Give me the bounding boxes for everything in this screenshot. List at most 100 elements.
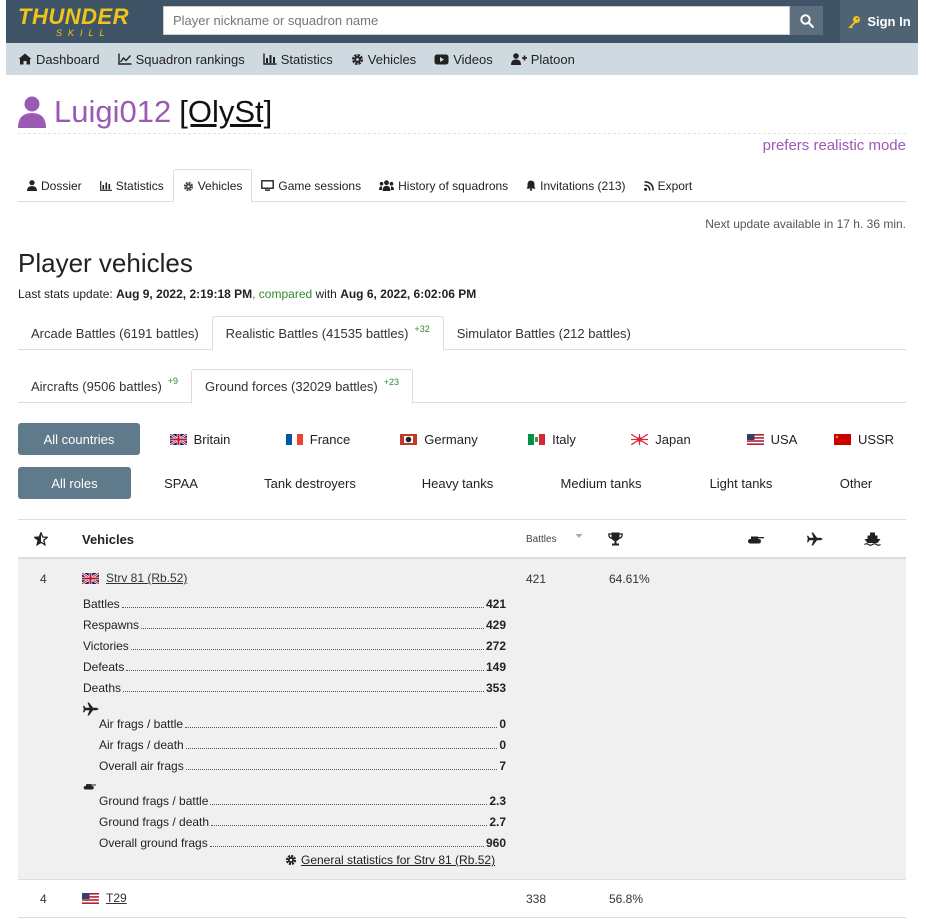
squadron-link[interactable]: [OlySt] — [179, 94, 272, 130]
filter-all-roles[interactable]: All roles — [18, 467, 131, 499]
filter-light-tanks[interactable]: Light tanks — [676, 467, 806, 499]
nav-label: Squadron rankings — [135, 51, 245, 67]
stat-defeats: Defeats 149 — [83, 660, 506, 674]
vehicle-link[interactable]: T29 — [82, 891, 127, 905]
stat-deaths: Deaths 353 — [83, 681, 506, 695]
vehicle-winrate: 56.8% — [609, 892, 644, 906]
battles-header-label: Battles — [526, 533, 557, 545]
nav-label: Statistics — [280, 51, 333, 67]
nav-dashboard[interactable]: Dashboard — [18, 52, 100, 67]
vehicle-name: Strv 81 (Rb.52) — [106, 571, 188, 585]
filter-usa[interactable]: USA — [720, 423, 824, 455]
filter-label: Britain — [193, 431, 231, 447]
tab-label: Export — [657, 178, 693, 193]
tab-simulator-battles[interactable]: Simulator Battles (212 battles) — [444, 316, 644, 350]
gear-icon — [183, 181, 193, 191]
ground-frags-column-header[interactable] — [747, 520, 764, 558]
nav-videos[interactable]: Videos — [434, 52, 493, 67]
filter-france[interactable]: France — [260, 423, 376, 455]
vehicle-type-tabs: Aircrafts (9506 battles) +9 Ground force… — [18, 369, 906, 404]
search-input[interactable] — [163, 6, 790, 35]
tab-dossier[interactable]: Dossier — [18, 169, 91, 202]
britain-flag-icon — [169, 433, 187, 445]
filter-spaa[interactable]: SPAA — [131, 467, 231, 499]
tab-vehicles[interactable]: Vehicles — [172, 169, 253, 203]
battles-delta: +9 — [167, 376, 179, 386]
trophy-icon — [608, 532, 623, 546]
user-icon — [27, 180, 37, 191]
bar-chart-icon — [99, 180, 112, 191]
tab-aircrafts[interactable]: Aircrafts (9506 battles) +9 — [18, 369, 191, 403]
filter-label: Tank destroyers — [264, 475, 356, 491]
vehicle-name: T29 — [106, 891, 127, 905]
mode-tabs: Arcade Battles (6191 battles) Realistic … — [18, 316, 906, 351]
site-logo[interactable]: THUNDER SKILL — [18, 6, 142, 40]
naval-frags-column-header[interactable] — [864, 520, 881, 558]
stat-overall-air-frags: Overall air frags 7 — [99, 759, 506, 773]
vehicles-table-header: Vehicles Battles — [18, 519, 906, 559]
logo-text-bottom: SKILL — [56, 28, 111, 38]
nav-statistics[interactable]: Statistics — [263, 52, 333, 67]
vehicle-battles: 338 — [526, 892, 547, 906]
filter-japan[interactable]: Japan — [602, 423, 720, 455]
table-row: 4 T29 338 56.8% — [18, 880, 906, 918]
tab-realistic-battles[interactable]: Realistic Battles (41535 battles) +32 — [211, 316, 444, 351]
filter-label: Germany — [424, 431, 478, 447]
star-half-icon — [34, 532, 48, 546]
rss-icon — [643, 180, 654, 191]
table-row: 4 Strv 81 (Rb.52) 421 64.61% Battles 421 … — [18, 559, 906, 880]
winrate-column-header[interactable] — [608, 520, 623, 558]
filter-label: Light tanks — [709, 475, 773, 491]
tab-label: Statistics — [115, 178, 164, 193]
profile-tabs: Dossier Statistics Vehicles Game session… — [18, 169, 906, 203]
preferred-mode: prefers realistic mode — [762, 137, 906, 154]
vehicle-rank: 4 — [40, 892, 47, 906]
filter-label: Medium tanks — [560, 475, 642, 491]
usa-flag-icon — [82, 892, 99, 904]
tab-ground-forces[interactable]: Ground forces (32029 battles) +23 — [191, 369, 414, 404]
sort-down-icon — [575, 534, 583, 538]
filter-italy[interactable]: Italy — [502, 423, 602, 455]
filter-all-countries[interactable]: All countries — [18, 423, 140, 455]
tab-label: Dossier — [41, 178, 82, 193]
plane-icon — [83, 702, 99, 716]
tab-label: Vehicles — [197, 179, 243, 193]
filter-other[interactable]: Other — [806, 467, 906, 499]
vehicle-link[interactable]: Strv 81 (Rb.52) — [82, 571, 187, 585]
tab-statistics[interactable]: Statistics — [91, 169, 173, 202]
top-bar: THUNDER SKILL Sign In — [6, 0, 918, 43]
air-frags-column-header[interactable] — [807, 520, 823, 558]
tab-invitations[interactable]: Invitations (213) — [517, 169, 634, 202]
rank-column-header[interactable] — [34, 520, 48, 558]
filter-tank-destroyers[interactable]: Tank destroyers — [231, 467, 389, 499]
sign-in-button[interactable]: Sign In — [840, 0, 918, 43]
filter-ussr[interactable]: USSR — [824, 423, 904, 455]
tab-history-of-squadrons[interactable]: History of squadrons — [370, 169, 517, 202]
user-plus-icon — [510, 53, 527, 65]
tab-label: Arcade Battles (6191 battles) — [31, 325, 199, 341]
tab-label: Invitations (213) — [540, 178, 626, 193]
battles-column-header[interactable]: Battles — [526, 520, 583, 558]
italy-flag-icon — [528, 433, 546, 445]
usa-flag-icon — [746, 433, 764, 445]
tab-game-sessions[interactable]: Game sessions — [252, 169, 370, 202]
general-statistics-link[interactable]: General statistics for Strv 81 (Rb.52) — [285, 853, 495, 867]
filter-germany[interactable]: Germany — [376, 423, 502, 455]
tab-arcade-battles[interactable]: Arcade Battles (6191 battles) — [18, 316, 212, 350]
filter-heavy-tanks[interactable]: Heavy tanks — [389, 467, 526, 499]
vehicle-winrate: 64.61% — [609, 572, 650, 586]
page-title: Player vehicles — [18, 248, 193, 278]
search-button[interactable] — [790, 6, 823, 35]
nav-vehicles[interactable]: Vehicles — [351, 52, 416, 67]
compared-text[interactable]: , compared — [252, 287, 312, 301]
nav-squadron-rankings[interactable]: Squadron rankings — [117, 51, 245, 67]
filter-label: USSR — [857, 431, 895, 447]
filter-britain[interactable]: Britain — [140, 423, 260, 455]
filter-medium-tanks[interactable]: Medium tanks — [526, 467, 676, 499]
tab-export[interactable]: Export — [635, 169, 702, 202]
nav-label: Dashboard — [36, 51, 100, 67]
last-stats-date: Aug 9, 2022, 2:19:18 PM — [116, 287, 253, 301]
nav-platoon[interactable]: Platoon — [510, 52, 575, 67]
general-statistics-label: General statistics for Strv 81 (Rb.52) — [301, 853, 496, 867]
user-icon — [18, 96, 46, 128]
